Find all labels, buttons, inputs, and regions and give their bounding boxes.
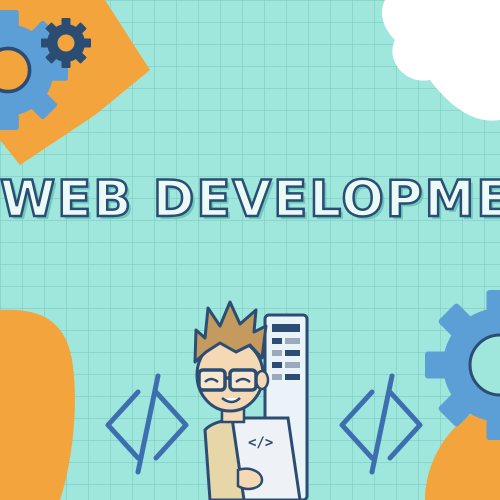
banner: WEB DEVELOPMENT — [0, 0, 500, 500]
laptop-code-text: </> — [248, 435, 273, 451]
developer-illustration: </> — [193, 300, 309, 500]
